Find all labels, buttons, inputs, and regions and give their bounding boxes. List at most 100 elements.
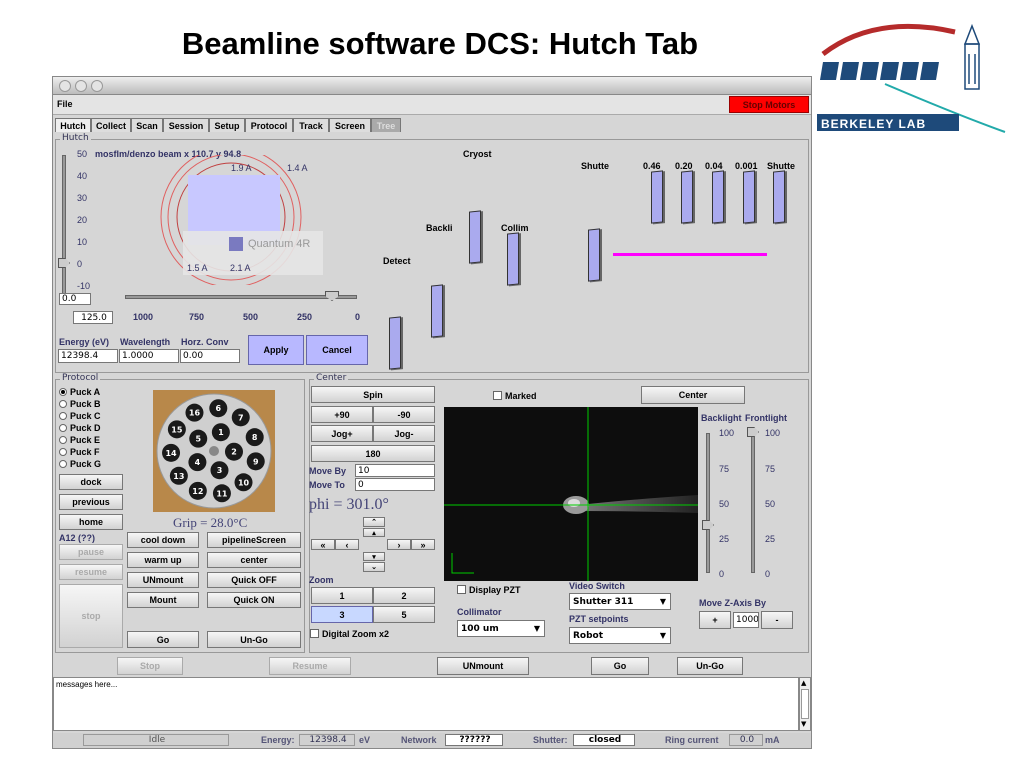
messages-scrollbar[interactable]: ▲ ▼ <box>799 677 811 731</box>
protocol-go-button[interactable]: Go <box>127 631 199 648</box>
apply-button[interactable]: Apply <box>248 335 304 365</box>
backlight-plate[interactable] <box>469 210 481 264</box>
left-fast-button[interactable]: « <box>311 539 335 550</box>
wavelength-field[interactable]: 1.0000 <box>119 349 179 363</box>
z-minus-button[interactable]: - <box>761 611 793 629</box>
tab-setup[interactable]: Setup <box>209 118 245 132</box>
puck-g-label[interactable]: Puck G <box>70 459 101 469</box>
warm-up-button[interactable]: warm up <box>127 552 199 568</box>
protocol-ungo-button[interactable]: Un-Go <box>207 631 301 648</box>
down-fast-button[interactable]: ⌄ <box>363 562 385 572</box>
mount-button[interactable]: Mount <box>127 592 199 608</box>
puck-c-label[interactable]: Puck C <box>70 411 101 421</box>
puck-f-label[interactable]: Puck F <box>70 447 100 457</box>
right-fast-button[interactable]: » <box>411 539 435 550</box>
shutter-plate[interactable] <box>588 228 600 282</box>
zoom-2-button[interactable]: 2 <box>373 587 435 604</box>
scroll-down-icon[interactable]: ▼ <box>801 720 806 728</box>
left-button[interactable]: ‹ <box>335 539 359 550</box>
puck-c-radio[interactable] <box>59 412 67 420</box>
sample-video[interactable] <box>444 407 698 581</box>
collimator-plate[interactable] <box>507 232 519 286</box>
z-step-field[interactable]: 1000 <box>733 612 759 628</box>
scroll-thumb[interactable] <box>801 689 809 719</box>
bottom-unmount-button[interactable]: UNmount <box>437 657 529 675</box>
filter-plate-0001[interactable] <box>743 170 755 224</box>
minus-90-button[interactable]: -90 <box>373 406 435 423</box>
tab-tree[interactable]: Tree <box>371 118 401 132</box>
jog-minus-button[interactable]: Jog- <box>373 425 435 442</box>
phi-slider-track[interactable] <box>62 155 66 295</box>
rotate-180-button[interactable]: 180 <box>311 445 435 462</box>
filter-plate-020[interactable] <box>681 170 693 224</box>
file-menu[interactable]: File <box>57 99 73 109</box>
puck-d-radio[interactable] <box>59 424 67 432</box>
cool-down-button[interactable]: cool down <box>127 532 199 548</box>
scroll-up-icon[interactable]: ▲ <box>801 679 806 687</box>
messages-area[interactable]: messages here... <box>53 677 799 731</box>
zoom-3-button[interactable]: 3 <box>311 606 373 623</box>
resume-button[interactable]: resume <box>59 564 123 580</box>
video-switch-select[interactable]: Shutter 311 <box>569 593 671 610</box>
distance-field[interactable]: 125.0 <box>73 311 113 324</box>
detector-plate[interactable] <box>389 316 401 370</box>
bottom-ungo-button[interactable]: Un-Go <box>677 657 743 675</box>
tab-screen[interactable]: Screen <box>329 118 371 132</box>
tab-collect[interactable]: Collect <box>91 118 131 132</box>
pzt-setpoints-select[interactable]: Robot <box>569 627 671 644</box>
digital-zoom-label[interactable]: Digital Zoom x2 <box>322 629 389 639</box>
puck-b-radio[interactable] <box>59 400 67 408</box>
bottom-resume-button[interactable]: Resume <box>269 657 351 675</box>
display-pzt-checkbox[interactable] <box>457 585 466 594</box>
center-button[interactable]: Center <box>641 386 745 404</box>
home-button[interactable]: home <box>59 514 123 530</box>
zoom-5-button[interactable]: 5 <box>373 606 435 623</box>
tab-session[interactable]: Session <box>163 118 209 132</box>
bottom-stop-button[interactable]: Stop <box>117 657 183 675</box>
puck-d-label[interactable]: Puck D <box>70 423 101 433</box>
filter-plate-004[interactable] <box>712 170 724 224</box>
spin-button[interactable]: Spin <box>311 386 435 403</box>
move-to-field[interactable]: 0 <box>355 478 435 491</box>
plus-90-button[interactable]: +90 <box>311 406 373 423</box>
stop-motors-button[interactable]: Stop Motors <box>729 96 809 113</box>
previous-button[interactable]: previous <box>59 494 123 510</box>
marked-label[interactable]: Marked <box>505 391 537 401</box>
close-window-icon[interactable] <box>59 80 71 92</box>
up-button[interactable]: ▴ <box>363 528 385 537</box>
puck-g-radio[interactable] <box>59 460 67 468</box>
horz-conv-field[interactable]: 0.00 <box>180 349 240 363</box>
puck-e-radio[interactable] <box>59 436 67 444</box>
tab-track[interactable]: Track <box>293 118 329 132</box>
tab-hutch[interactable]: Hutch <box>55 118 91 132</box>
pause-button[interactable]: pause <box>59 544 123 560</box>
digital-zoom-checkbox[interactable] <box>310 629 319 638</box>
phi-field[interactable]: 0.0 <box>59 293 91 305</box>
puck-e-label[interactable]: Puck E <box>70 435 100 445</box>
unmount-action-button[interactable]: UNmount <box>127 572 199 588</box>
jog-plus-button[interactable]: Jog+ <box>311 425 373 442</box>
bottom-go-button[interactable]: Go <box>591 657 649 675</box>
frontlight-slider-track[interactable] <box>751 433 755 573</box>
distance-slider-track[interactable] <box>125 295 357 299</box>
filter-plate-046[interactable] <box>651 170 663 224</box>
quick-on-button[interactable]: Quick ON <box>207 592 301 608</box>
marked-checkbox[interactable] <box>493 391 502 400</box>
center-action-button[interactable]: center <box>207 552 301 568</box>
puck-a-radio[interactable] <box>59 388 67 396</box>
down-button[interactable]: ▾ <box>363 552 385 561</box>
puck-f-radio[interactable] <box>59 448 67 456</box>
collimator-select[interactable]: 100 um <box>457 620 545 637</box>
minimize-window-icon[interactable] <box>75 80 87 92</box>
cancel-button[interactable]: Cancel <box>306 335 368 365</box>
pipeline-screen-button[interactable]: pipelineScreen <box>207 532 301 548</box>
tab-scan[interactable]: Scan <box>131 118 163 132</box>
zoom-window-icon[interactable] <box>91 80 103 92</box>
z-plus-button[interactable]: + <box>699 611 731 629</box>
shutter-plate-2[interactable] <box>773 170 785 224</box>
zoom-1-button[interactable]: 1 <box>311 587 373 604</box>
energy-field[interactable]: 12398.4 <box>58 349 118 363</box>
backlight-slider-track[interactable] <box>706 433 710 573</box>
quick-off-button[interactable]: Quick OFF <box>207 572 301 588</box>
move-by-field[interactable]: 10 <box>355 464 435 477</box>
